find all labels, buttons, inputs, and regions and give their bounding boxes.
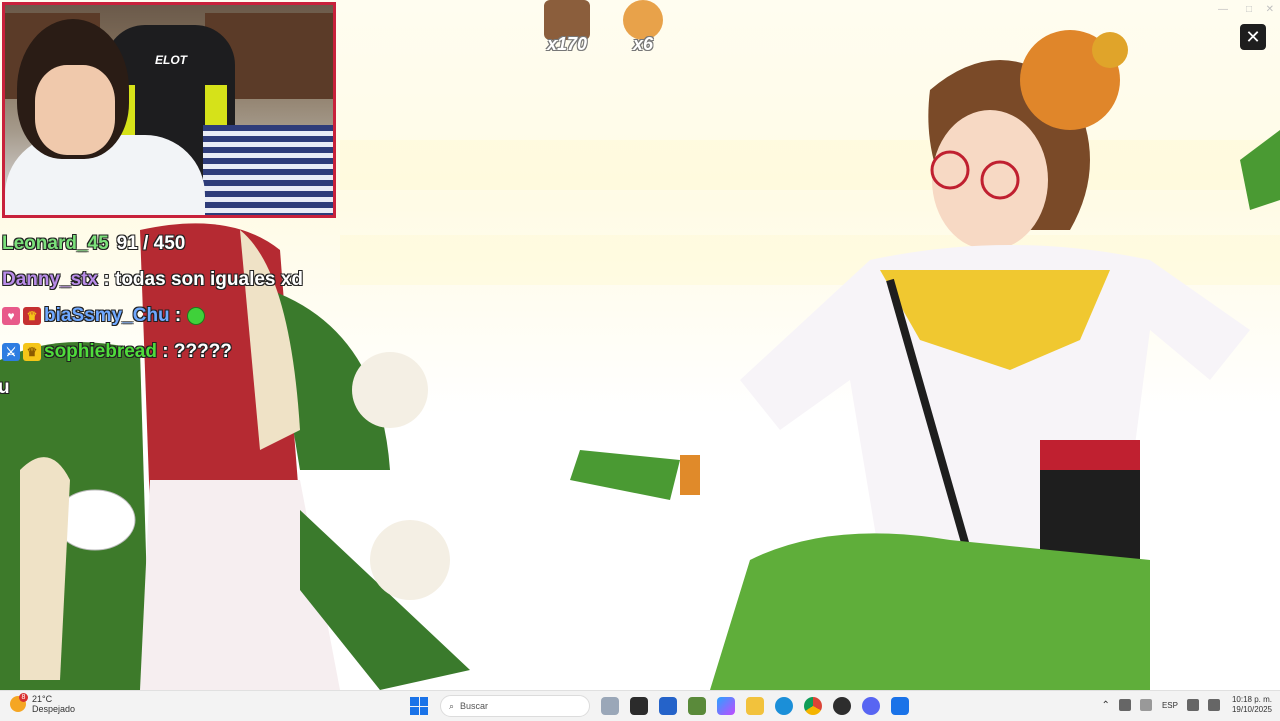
crown-badge-icon: ♛ — [23, 307, 41, 325]
task-view-icon[interactable] — [630, 697, 648, 715]
chat-message: Leonard_45 91 / 450 — [2, 226, 382, 262]
chat-username: Danny_stx — [2, 269, 99, 290]
minecraft-icon[interactable] — [688, 697, 706, 715]
clock-date: 19/10/2025 — [1231, 705, 1272, 714]
search-placeholder: Buscar — [460, 701, 489, 711]
chat-message: u — [0, 370, 382, 406]
taskbar-clock[interactable]: 10:18 p. m. 19/10/2025 — [1232, 695, 1272, 715]
edge-icon[interactable] — [775, 697, 793, 715]
window-close-icon[interactable]: ✕ — [1266, 4, 1274, 15]
chat-username: sophiebread — [44, 341, 157, 362]
weather-notification-badge: 8 — [19, 693, 28, 702]
store-icon[interactable] — [659, 697, 677, 715]
character-right-illustration — [570, 30, 1280, 690]
obs-icon[interactable] — [833, 697, 851, 715]
volume-icon[interactable] — [1207, 699, 1220, 711]
windows-start-icon[interactable] — [410, 697, 428, 715]
taskbar-search-input[interactable]: ⌕ Buscar — [440, 695, 590, 717]
chrome-icon[interactable] — [804, 697, 822, 715]
chat-username: Leonard_45 — [2, 233, 109, 254]
search-icon: ⌕ — [449, 700, 455, 711]
chat-message: ⚔ ♛ sophiebread : ????? — [2, 334, 382, 370]
app-icon[interactable] — [891, 697, 909, 715]
chat-text: 91 / 450 — [116, 233, 186, 254]
taskbar-apps: ⌕ Buscar — [410, 695, 909, 717]
crown-badge-icon: ♛ — [23, 343, 41, 361]
tray-app-icon[interactable] — [1118, 699, 1131, 711]
chair-brand-label: ELOT — [155, 53, 187, 67]
system-tray: ⌃ ESP 10:18 p. m. 19/10/2025 — [1102, 695, 1272, 715]
emote-combo: x170 — [542, 0, 592, 55]
sword-badge-icon: ⚔ — [2, 343, 20, 361]
widgets-icon[interactable] — [601, 697, 619, 715]
discord-icon[interactable] — [862, 697, 880, 715]
clock-time: 10:18 p. m. — [1231, 695, 1272, 704]
weather-temperature: 21°C — [32, 694, 53, 704]
tray-app-icon[interactable] — [1139, 699, 1152, 711]
chat-text: ????? — [173, 341, 232, 362]
minimize-icon[interactable]: — — [1218, 4, 1228, 15]
chevron-up-icon[interactable]: ⌃ — [1102, 700, 1110, 711]
folder-icon[interactable] — [746, 697, 764, 715]
emote-combo: x6 — [618, 0, 668, 55]
emote-combo-count: x170 — [546, 34, 588, 54]
chat-message: ♥ ♛ biaSsmy_Chu : — [2, 298, 382, 334]
stream-overlay: ELOT x170 x6 — □ ✕ ✕ Leonard_45 91 / 450… — [0, 0, 1280, 690]
webcam-feed: ELOT — [2, 2, 336, 218]
maximize-icon[interactable]: □ — [1246, 4, 1252, 15]
copilot-icon[interactable] — [717, 697, 735, 715]
chat-text: todas son iguales xd — [115, 269, 303, 290]
language-indicator[interactable]: ESP — [1162, 701, 1178, 710]
chat-text: u — [0, 377, 10, 398]
chat-username: biaSsmy_Chu — [44, 305, 170, 326]
close-button[interactable]: ✕ — [1240, 24, 1266, 50]
chat-message: Danny_stx : todas son iguales xd — [2, 269, 303, 290]
weather-sun-icon: 8 — [10, 693, 28, 712]
weather-widget[interactable]: 8 21°C Despejado — [10, 693, 76, 714]
frog-emote-icon — [187, 307, 206, 325]
bed-blanket — [203, 125, 333, 215]
emote-combo-count: x6 — [632, 34, 654, 54]
weather-description: Despejado — [32, 704, 76, 714]
streamer-face — [35, 65, 115, 155]
network-icon[interactable] — [1186, 699, 1199, 711]
heart-badge-icon: ♥ — [2, 307, 20, 325]
windows-taskbar: 8 21°C Despejado ⌕ Buscar ⌃ ESP 10:18 p.… — [0, 690, 1280, 721]
chat-overlay: Leonard_45 91 / 450 Danny_stx : todas so… — [0, 226, 382, 406]
